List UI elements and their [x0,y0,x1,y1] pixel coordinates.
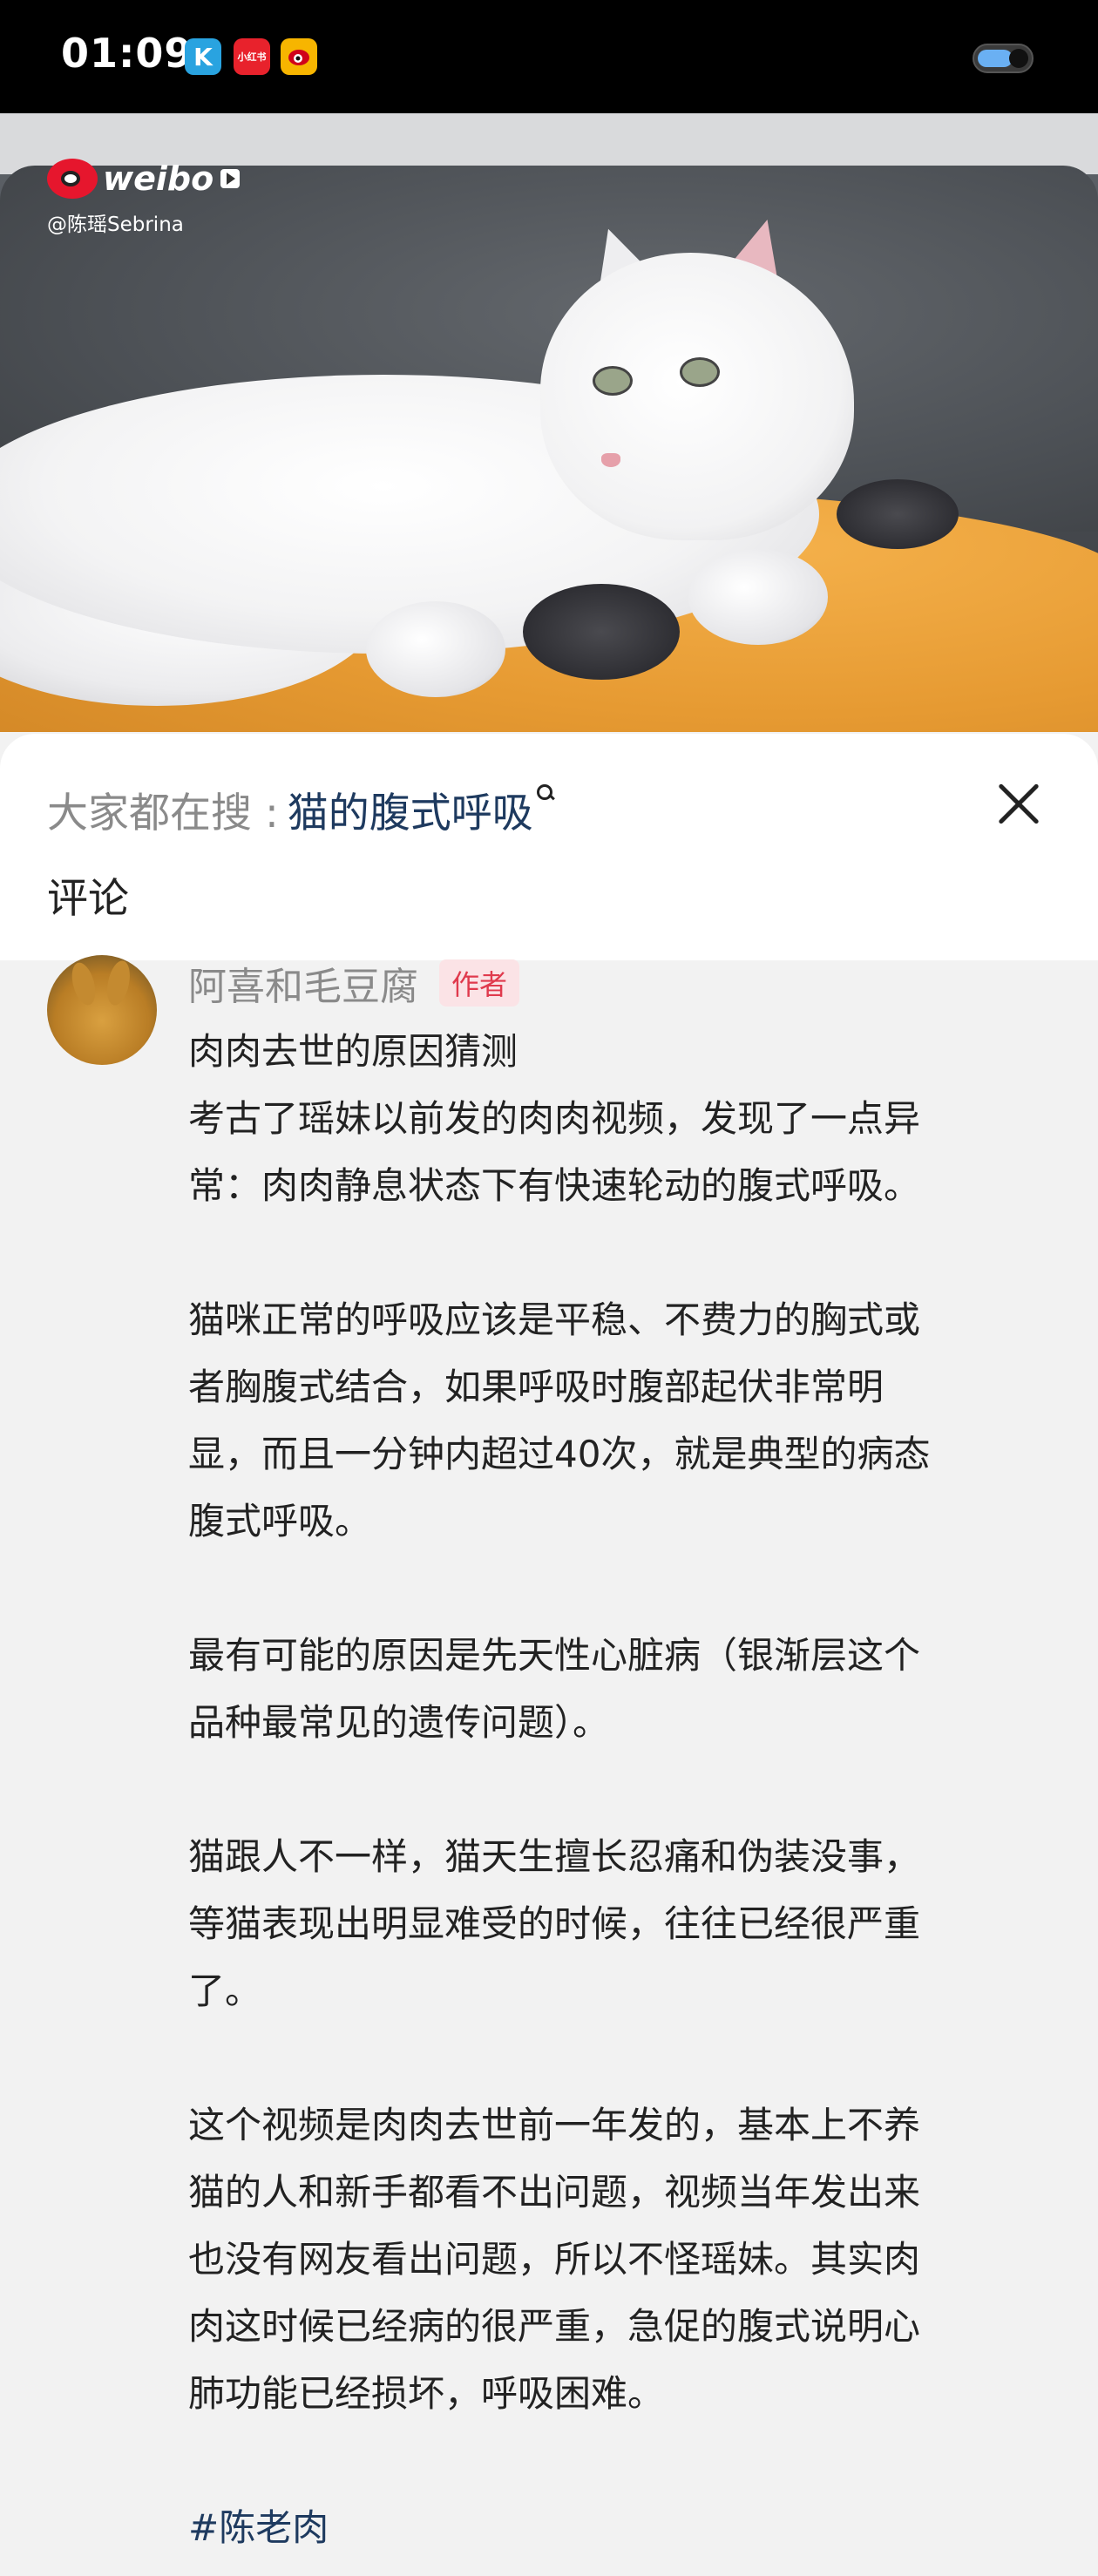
trending-search-term[interactable]: 猫的腹式呼吸 [288,779,533,839]
comment-line: 猫咪正常的呼吸应该是平稳、不费力的胸式或 [188,1298,921,1341]
video-player[interactable]: weibo @陈瑶Sebrina [0,113,1098,732]
search-icon [536,784,554,802]
avatar[interactable] [47,955,157,1065]
comment-line: 也没有网友看出问题，所以不怪瑶妹。其实肉 [188,2238,921,2281]
comments-title: 评论 [47,875,129,923]
author-badge: 作者 [439,959,520,1007]
comment-line: 腹式呼吸。 [188,1500,372,1542]
xiaohongshu-icon: 小红书 [234,38,270,75]
trending-search-prefix: 大家都在搜 : [47,790,279,837]
comment-line: 常：肉肉静息状态下有快速轮动的腹式呼吸。 [188,1164,921,1207]
weibo-watermark: weibo [47,159,241,199]
play-badge-icon [220,169,241,188]
comment-line: 等猫表现出明显难受的时候，往往已经很严重 [188,1902,921,1945]
author-name[interactable]: 阿喜和毛豆腐 [188,955,418,1011]
comment-line: 了。 [188,1969,262,2012]
weibo-app-icon [281,38,317,75]
comment-line: 肺功能已经损坏，呼吸困难。 [188,2372,665,2415]
comment-line: 考古了瑶妹以前发的肉肉视频，发现了一点异 [188,1097,921,1140]
k-app-icon: K [185,38,221,75]
weibo-eye-icon [288,50,309,65]
trending-search[interactable]: 大家都在搜 : 猫的腹式呼吸 [47,779,554,839]
watermark-handle: @陈瑶Sebrina [47,214,184,236]
close-icon[interactable] [995,781,1042,828]
comment-line: 者胸腹式结合，如果呼吸时腹部起伏非常明 [188,1366,884,1408]
status-bar: 01:09 K 小红书 [0,0,1098,113]
comment-line: 显，而且一分钟内超过40次，就是典型的病态 [188,1433,931,1475]
comment-line: 最有可能的原因是先天性心脏病（银渐层这个 [188,1634,921,1677]
comment-body: 肉肉去世的原因猜测 考古了瑶妹以前发的肉肉视频，发现了一点异 常：肉肉静息状态下… [188,1018,1060,2561]
comment-line: 猫的人和新手都看不出问题，视频当年发出来 [188,2171,921,2213]
toggle-icon[interactable] [973,44,1034,73]
comment-line: 品种最常见的遗传问题）。 [188,1701,610,1744]
hashtag-link[interactable]: #陈老肉 [188,2494,1060,2561]
status-time: 01:09 [61,30,193,77]
comment-line: 肉这时候已经病的很严重，急促的腹式说明心 [188,2305,921,2348]
comment-line: 肉肉去世的原因猜测 [188,1030,518,1073]
comment-line: 这个视频是肉肉去世前一年发的，基本上不养 [188,2104,921,2146]
comment-author-row: 阿喜和毛豆腐 作者 [188,955,520,1011]
comments-panel-header: 大家都在搜 : 猫的腹式呼吸 评论 [0,734,1098,960]
comment-line: 猫跟人不一样，猫天生擅长忍痛和伪装没事， [188,1835,921,1878]
weibo-logo-icon [47,159,98,199]
